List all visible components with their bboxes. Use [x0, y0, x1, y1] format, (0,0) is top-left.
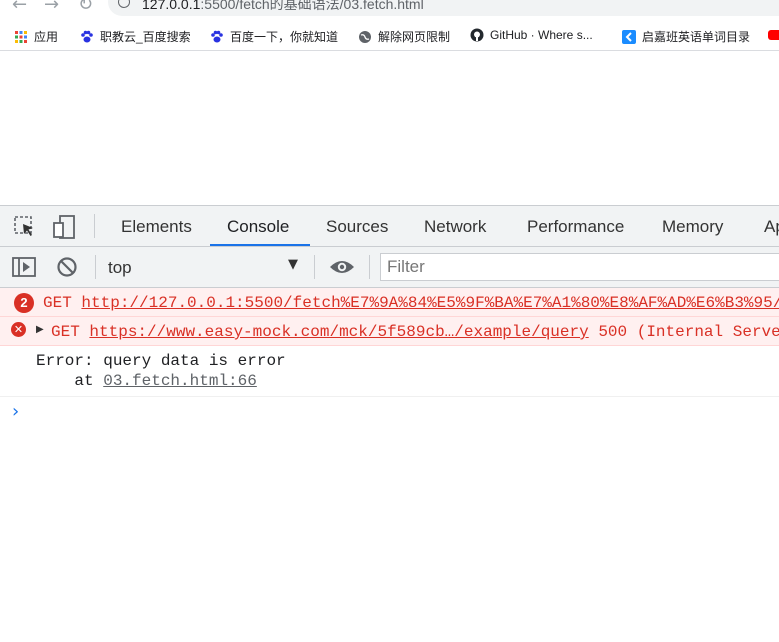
tab-application[interactable]: Ap [764, 217, 779, 237]
toolbar-divider [314, 255, 315, 279]
globe-icon [359, 30, 371, 43]
bookmark-label: 应用 [34, 30, 59, 44]
console-toolbar: top ▼ [0, 247, 779, 288]
github-icon [470, 28, 484, 42]
console-error-message: ✕ ▶ GET https://www.easy-mock.com/mck/5f… [0, 317, 779, 346]
active-tab-indicator [210, 244, 310, 246]
inspect-element-icon[interactable] [14, 216, 36, 238]
tab-sources[interactable]: Sources [326, 217, 388, 237]
console-prompt-line[interactable]: › [0, 397, 779, 425]
url-text[interactable]: 127.0.0.1:5500/fetch的基础语法/03.fetch.html [142, 0, 424, 14]
clear-console-icon[interactable] [56, 256, 78, 278]
console-log-message: Error: query data is error at 03.fetch.h… [0, 346, 779, 397]
device-toolbar-icon[interactable] [52, 215, 78, 239]
request-url-link[interactable]: https://www.easy-mock.com/mck/5f589cb…/e… [89, 323, 588, 341]
page-content [0, 51, 779, 205]
toolbar-divider [95, 255, 96, 279]
bookmark-label: 职教云_百度搜索 [100, 30, 191, 44]
bookmark-baidu[interactable]: 百度一下，你就知道 [210, 28, 338, 45]
url-field[interactable]: 127.0.0.1:5500/fetch的基础语法/03.fetch.html [108, 0, 779, 16]
bookmark-app-icon [622, 29, 636, 44]
bookmark-label: 百度一下，你就知道 [230, 30, 339, 44]
dropdown-arrow-icon[interactable]: ▼ [288, 257, 298, 272]
bookmark-youtube[interactable] [768, 28, 779, 42]
site-info-icon[interactable] [118, 0, 130, 8]
toolbar-divider [94, 214, 95, 238]
baidu-paw-icon [211, 30, 223, 42]
bookmark-unlock[interactable]: 解除网页限制 [358, 28, 450, 45]
log-error-text: Error: query data is error [36, 352, 286, 370]
forward-arrow-icon[interactable]: → [44, 0, 59, 15]
bookmark-apps[interactable]: 应用 [14, 28, 58, 45]
request-method: GET [43, 294, 72, 312]
response-status: 500 (Internal Server Error) [598, 323, 779, 341]
console-filter-input[interactable] [380, 253, 779, 281]
baidu-paw-icon [81, 30, 93, 42]
console-output: 2 GET http://127.0.0.1:5500/fetch%E7%9A%… [0, 288, 779, 425]
prompt-chevron-icon: › [12, 401, 20, 422]
address-bar: ← → ↻ 127.0.0.1:5500/fetch的基础语法/03.fetch… [0, 0, 779, 18]
bookmark-github[interactable]: GitHub · Where s... [470, 28, 593, 42]
back-arrow-icon[interactable]: ← [12, 0, 27, 15]
tab-memory[interactable]: Memory [662, 217, 723, 237]
reload-icon[interactable]: ↻ [78, 0, 93, 15]
expand-triangle-icon[interactable]: ▶ [36, 324, 44, 335]
request-url-link[interactable]: http://127.0.0.1:5500/fetch%E7%9A%84%E5%… [81, 294, 779, 312]
devtools-panel: Elements Console Sources Network Perform… [0, 205, 779, 642]
youtube-icon [768, 30, 779, 40]
log-stack-line: at 03.fetch.html:66 [36, 372, 257, 390]
url-host: 127.0.0.1 [142, 0, 201, 12]
show-sidebar-icon[interactable] [12, 257, 36, 277]
tab-performance[interactable]: Performance [527, 217, 624, 237]
bookmark-qijia[interactable]: 启嘉班英语单词目录 [622, 28, 750, 45]
bookmark-zhijiaoyun[interactable]: 职教云_百度搜索 [80, 28, 191, 45]
context-selector[interactable]: top [108, 258, 132, 278]
bookmark-label: 启嘉班英语单词目录 [642, 30, 751, 44]
repeat-count-badge: 2 [14, 293, 34, 313]
toolbar-divider [369, 255, 370, 279]
bookmarks-bar: 应用 职教云_百度搜索 百度一下，你就知道 解除网页限制 GitHub · Wh… [0, 22, 779, 51]
devtools-tabs-bar: Elements Console Sources Network Perform… [0, 206, 779, 247]
tab-console[interactable]: Console [227, 217, 289, 237]
apps-grid-icon [15, 30, 27, 43]
request-method: GET [51, 323, 80, 341]
error-icon: ✕ [11, 322, 26, 337]
tab-network[interactable]: Network [424, 217, 486, 237]
console-error-message: 2 GET http://127.0.0.1:5500/fetch%E7%9A%… [0, 288, 779, 317]
tab-elements[interactable]: Elements [121, 217, 192, 237]
source-location-link[interactable]: 03.fetch.html:66 [103, 372, 257, 390]
stack-prefix: at [36, 372, 104, 390]
live-expression-eye-icon[interactable] [329, 259, 355, 275]
bookmark-label: GitHub · Where s... [490, 28, 593, 42]
bookmark-label: 解除网页限制 [378, 30, 451, 44]
url-path: :5500/fetch的基础语法/03.fetch.html [200, 0, 424, 12]
